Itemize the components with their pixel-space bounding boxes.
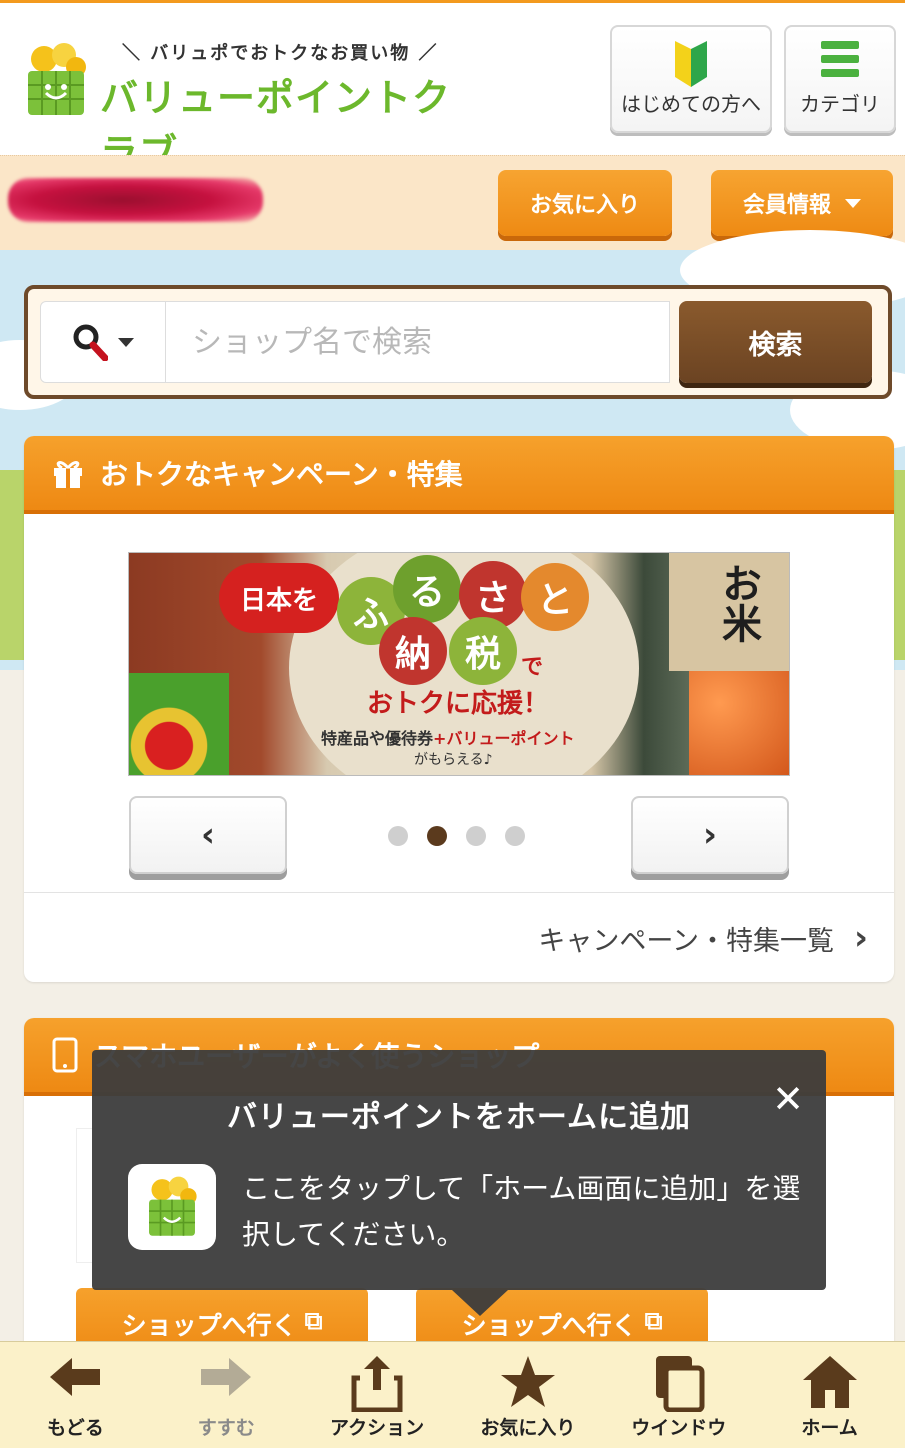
toolbar-action-label: アクション bbox=[330, 1417, 425, 1439]
category-label: カテゴリ bbox=[800, 92, 880, 116]
chevron-right-icon: › bbox=[853, 918, 868, 958]
beginner-guide-label: はじめての方へ bbox=[621, 92, 761, 116]
star-icon bbox=[500, 1356, 555, 1407]
popup-title: バリューポイントをホームに追加 bbox=[226, 1100, 692, 1135]
banner-char: 税 bbox=[449, 617, 517, 685]
search-button[interactable]: 検索 bbox=[679, 301, 872, 383]
gift-icon bbox=[54, 461, 82, 488]
banner-sub-plus: +バリューポイント bbox=[433, 729, 575, 748]
divider bbox=[24, 892, 894, 893]
popup-pointer bbox=[452, 1290, 508, 1316]
banner-sub-c: がもらえる♪ bbox=[414, 752, 493, 768]
banner-sub-b: 優待券 bbox=[385, 729, 434, 748]
logo-basket-icon bbox=[28, 43, 86, 115]
favorites-button[interactable]: お気に入り bbox=[498, 170, 672, 236]
redacted-username bbox=[8, 178, 263, 222]
chevron-left-icon: ‹ bbox=[200, 815, 215, 855]
banner-char: 納 bbox=[379, 617, 447, 685]
popup-message: ここをタップして「ホーム画面に追加」を選択してください。 bbox=[242, 1172, 801, 1251]
carousel-dot[interactable] bbox=[388, 826, 408, 846]
banner-char: と bbox=[521, 563, 589, 631]
toolbar-forward-label: すすむ bbox=[197, 1417, 255, 1439]
toolbar-back-label: もどる bbox=[47, 1417, 104, 1439]
search-icon bbox=[73, 324, 108, 361]
toolbar-favorites-button[interactable]: お気に入り bbox=[452, 1342, 603, 1448]
banner-de: で bbox=[521, 655, 544, 680]
campaign-heading: おトクなキャンペーン・特集 bbox=[100, 458, 463, 491]
chevron-down-icon bbox=[118, 337, 134, 347]
member-info-button[interactable]: 会員情報 bbox=[711, 170, 893, 236]
logo-basket-icon bbox=[149, 1176, 197, 1236]
search-bar: ショップ名で検索 検索 bbox=[24, 285, 892, 399]
campaign-list-label: キャンペーン・特集一覧 bbox=[538, 925, 834, 957]
site-logo[interactable]: ＼ バリュポでおトクなお買い物 ／ バリューポイントクラブ bbox=[22, 33, 462, 175]
site-header: ＼ バリュポでおトクなお買い物 ／ バリューポイントクラブ はじめての方へ カテ… bbox=[0, 3, 905, 175]
toolbar-home-button[interactable]: ホーム bbox=[754, 1342, 905, 1448]
menu-icon bbox=[821, 41, 859, 77]
search-input[interactable]: ショップ名で検索 bbox=[166, 301, 670, 383]
toolbar-windows-label: ウインドウ bbox=[631, 1417, 727, 1439]
banner-rice-text: お米 bbox=[715, 563, 761, 643]
banner-headline: おトクに応援！ bbox=[367, 689, 550, 719]
banner-char: る bbox=[393, 555, 461, 623]
campaign-panel-header: おトクなキャンペーン・特集 bbox=[24, 436, 894, 514]
favorites-label: お気に入り bbox=[529, 193, 640, 218]
go-to-shop-label: ショップへ行く bbox=[121, 1311, 297, 1340]
carousel-dot-active[interactable] bbox=[427, 826, 447, 846]
windows-icon bbox=[655, 1356, 705, 1412]
add-to-home-popup: バリューポイントをホームに追加 ✕ ここをタップして「ホーム画面に追加」を選択し… bbox=[92, 1050, 826, 1316]
home-icon bbox=[802, 1356, 857, 1408]
campaign-banner[interactable]: 日本を ふ る さ と 納 税 で おトクに応援！ 特産品や優待券+バリューポイ… bbox=[128, 552, 790, 776]
carousel-dot[interactable] bbox=[505, 826, 525, 846]
carousel-next-button[interactable]: › bbox=[631, 796, 789, 874]
banner-subline: 特産品や優待券+バリューポイント bbox=[321, 725, 574, 749]
arrow-left-icon bbox=[50, 1358, 101, 1396]
share-icon bbox=[351, 1356, 403, 1412]
toolbar-home-label: ホーム bbox=[801, 1417, 858, 1439]
beginner-guide-button[interactable]: はじめての方へ bbox=[610, 25, 772, 133]
toolbar-action-button[interactable]: アクション bbox=[302, 1342, 453, 1448]
category-button[interactable]: カテゴリ bbox=[784, 25, 896, 133]
carousel-indicator bbox=[388, 826, 525, 846]
external-link-icon: ⧉ bbox=[644, 1306, 663, 1335]
carousel-dot[interactable] bbox=[466, 826, 486, 846]
banner-tag: 日本を bbox=[219, 563, 339, 633]
toolbar-windows-button[interactable]: ウインドウ bbox=[603, 1342, 754, 1448]
banner-sub-a: 特産品 bbox=[321, 729, 370, 748]
beginner-mark-icon bbox=[675, 41, 707, 87]
carousel-prev-button[interactable]: ‹ bbox=[129, 796, 287, 874]
toolbar-favorites-label: お気に入り bbox=[480, 1417, 576, 1439]
chevron-down-icon bbox=[845, 198, 861, 208]
toolbar-back-button[interactable]: もどる bbox=[0, 1342, 151, 1448]
app-icon bbox=[128, 1164, 216, 1250]
browser-toolbar: もどる すすむ アクション お気に入り ウインドウ ホーム bbox=[0, 1341, 905, 1448]
chevron-right-icon: › bbox=[702, 815, 717, 855]
close-icon[interactable]: ✕ bbox=[772, 1080, 804, 1118]
logo-tagline: ＼ バリュポでおトクなお買い物 ／ bbox=[122, 43, 439, 64]
banner-sub-ya: や bbox=[369, 729, 386, 748]
campaign-panel: おトクなキャンペーン・特集 日本を ふ る さ と 納 税 で おトクに応援！ … bbox=[24, 436, 894, 982]
campaign-list-link[interactable]: キャンペーン・特集一覧 › bbox=[538, 918, 868, 958]
search-type-select[interactable] bbox=[40, 301, 166, 383]
external-link-icon: ⧉ bbox=[304, 1306, 323, 1335]
vegetables-image bbox=[129, 673, 229, 775]
member-info-label: 会員情報 bbox=[742, 193, 831, 218]
arrow-right-icon bbox=[201, 1358, 252, 1396]
smartphone-icon bbox=[52, 1037, 78, 1073]
salmon-roe-image bbox=[689, 671, 789, 775]
toolbar-forward-button[interactable]: すすむ bbox=[151, 1342, 302, 1448]
